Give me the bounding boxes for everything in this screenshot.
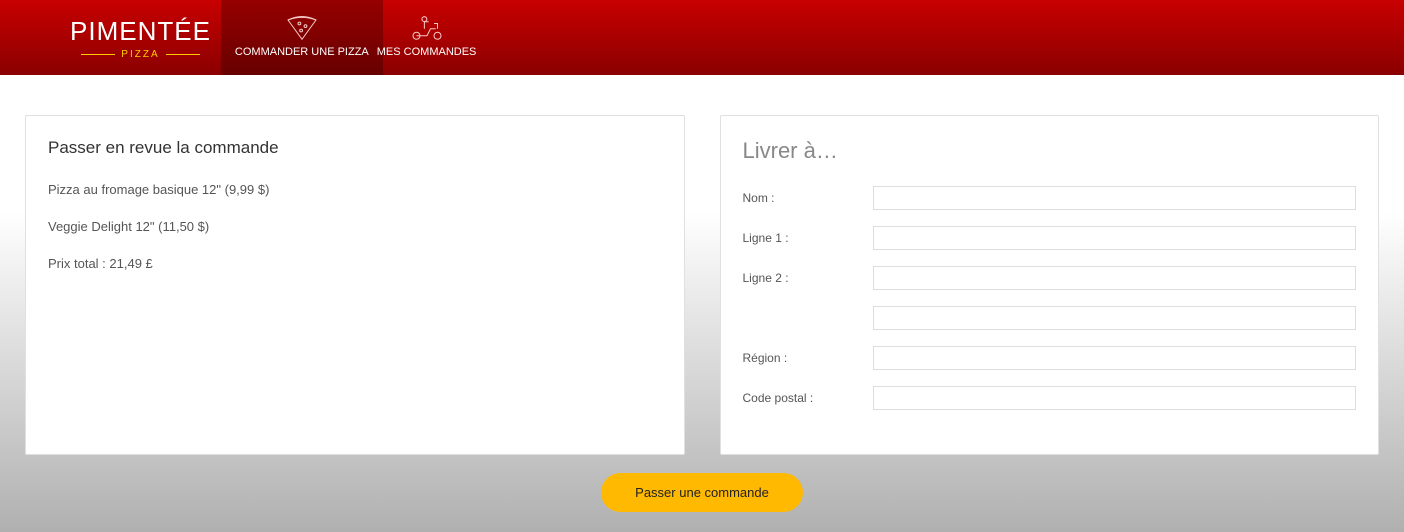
line2-field[interactable] xyxy=(873,266,1357,290)
main-content: Passer en revue la commande Pizza au fro… xyxy=(0,75,1404,455)
brand[interactable]: PIMENTÉE PIZZA xyxy=(60,0,221,75)
name-field[interactable] xyxy=(873,186,1357,210)
city-field[interactable] xyxy=(873,306,1357,330)
label-name: Nom : xyxy=(743,191,873,205)
nav-order-pizza[interactable]: COMMANDER UNE PIZZA xyxy=(221,0,383,75)
place-order-button[interactable]: Passer une commande xyxy=(601,473,803,512)
brand-sub: PIZZA xyxy=(81,49,199,60)
brand-sub-text: PIZZA xyxy=(121,49,159,60)
review-total: Prix total : 21,49 £ xyxy=(48,256,662,271)
label-line2: Ligne 2 : xyxy=(743,271,873,285)
review-item: Pizza au fromage basique 12" (9,99 $) xyxy=(48,182,662,197)
review-item: Veggie Delight 12" (11,50 $) xyxy=(48,219,662,234)
label-postal: Code postal : xyxy=(743,391,873,405)
line1-field[interactable] xyxy=(873,226,1357,250)
delivery-scooter-icon xyxy=(405,13,449,44)
label-line1: Ligne 1 : xyxy=(743,231,873,245)
postal-field[interactable] xyxy=(873,386,1357,410)
label-region: Région : xyxy=(743,351,873,365)
pizza-slice-icon xyxy=(282,13,322,44)
delivery-panel: Livrer à… Nom : Ligne 1 : Ligne 2 : Régi… xyxy=(720,115,1380,455)
nav-my-orders-label: MES COMMANDES xyxy=(377,46,477,58)
review-panel: Passer en revue la commande Pizza au fro… xyxy=(25,115,685,455)
brand-name: PIMENTÉE xyxy=(70,16,211,47)
order-button-wrap: Passer une commande xyxy=(0,473,1404,512)
topbar: PIMENTÉE PIZZA COMMANDER UNE PIZZA xyxy=(0,0,1404,75)
region-field[interactable] xyxy=(873,346,1357,370)
nav-my-orders[interactable]: MES COMMANDES xyxy=(363,0,491,75)
review-title: Passer en revue la commande xyxy=(48,138,662,158)
nav-order-label: COMMANDER UNE PIZZA xyxy=(235,46,369,58)
deliver-title: Livrer à… xyxy=(743,138,1357,164)
